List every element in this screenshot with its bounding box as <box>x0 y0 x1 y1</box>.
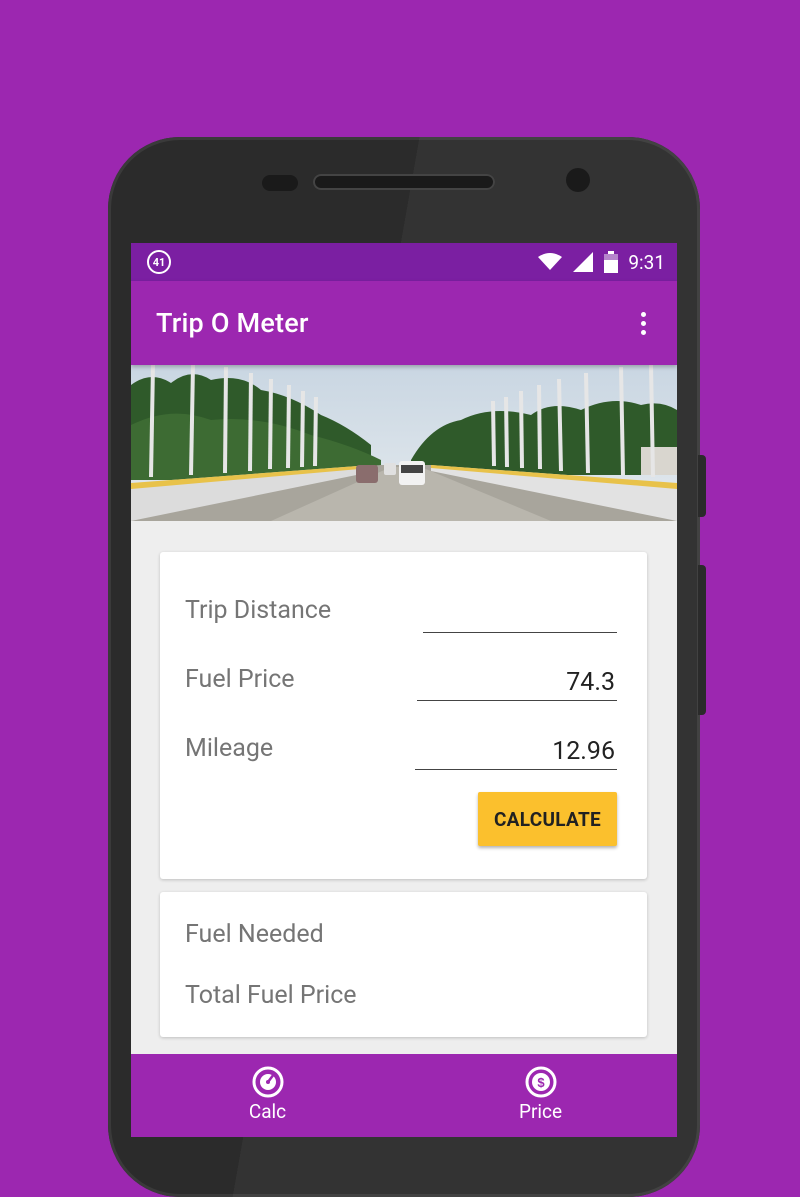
total-fuel-price-label: Total Fuel Price <box>185 981 357 1010</box>
fuel-price-label: Fuel Price <box>185 665 295 694</box>
status-bar: 41 9:31 <box>131 243 677 281</box>
nav-item-calc[interactable]: Calc <box>131 1054 404 1137</box>
power-button <box>698 455 706 517</box>
svg-text:$: $ <box>537 1075 545 1090</box>
earpiece-speaker <box>313 174 495 190</box>
status-time: 9:31 <box>628 250 665 274</box>
mileage-input[interactable]: 12.96 <box>415 734 617 770</box>
screen: 41 9:31 Trip O Meter Trip Distance Fuel … <box>131 243 677 1137</box>
app-bar: Trip O Meter <box>131 281 677 365</box>
app-title: Trip O Meter <box>156 307 309 339</box>
signal-icon <box>573 252 594 272</box>
input-card: Trip Distance Fuel Price 74.3 Mileage 12… <box>160 552 647 879</box>
calculate-button[interactable]: CALCULATE <box>478 792 617 846</box>
nav-label-calc: Calc <box>248 1100 287 1123</box>
nav-item-price[interactable]: $ Price <box>404 1054 677 1137</box>
more-vert-icon[interactable] <box>631 305 655 341</box>
road-photo <box>131 365 677 521</box>
volume-button <box>698 565 706 715</box>
status-icons: 9:31 <box>538 251 665 274</box>
notification-badge: 41 <box>147 250 171 274</box>
fuel-needed-label: Fuel Needed <box>185 920 324 949</box>
bottom-navigation: Calc $ Price <box>131 1054 677 1137</box>
results-card: Fuel Needed Total Fuel Price <box>160 892 647 1037</box>
battery-icon <box>604 251 619 273</box>
speedometer-icon <box>252 1066 283 1098</box>
dollar-coin-icon: $ <box>525 1066 556 1098</box>
nav-label-price: Price <box>518 1100 563 1123</box>
proximity-sensor <box>262 175 298 191</box>
fuel-price-input[interactable]: 74.3 <box>417 665 617 701</box>
front-camera <box>566 168 590 192</box>
header-image <box>131 365 677 521</box>
wifi-icon <box>538 253 563 270</box>
trip-distance-input[interactable] <box>423 597 617 633</box>
trip-distance-label: Trip Distance <box>185 596 332 625</box>
mileage-label: Mileage <box>185 734 274 763</box>
